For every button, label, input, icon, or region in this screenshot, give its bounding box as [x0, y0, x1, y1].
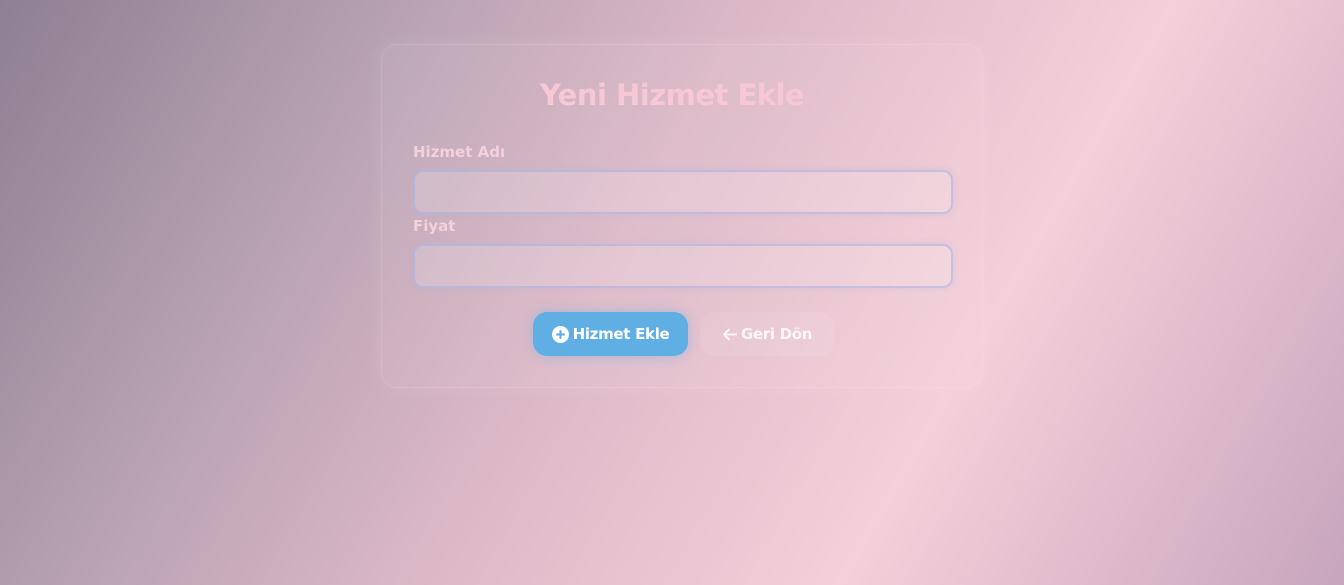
price-label: Fiyat — [413, 217, 456, 235]
service-name-input[interactable] — [413, 170, 953, 214]
go-back-button[interactable]: Geri Dön — [700, 312, 834, 356]
plus-circle-icon — [551, 325, 569, 343]
service-name-label: Hizmet Adı — [413, 143, 506, 161]
go-back-button-label: Geri Dön — [740, 325, 813, 343]
price-input[interactable] — [413, 244, 953, 288]
add-service-button-label: Hizmet Ekle — [572, 325, 670, 343]
arrow-left-icon — [722, 328, 737, 341]
add-service-button[interactable]: Hizmet Ekle — [533, 312, 688, 356]
page-title: Yeni Hizmet Ekle — [539, 78, 805, 112]
